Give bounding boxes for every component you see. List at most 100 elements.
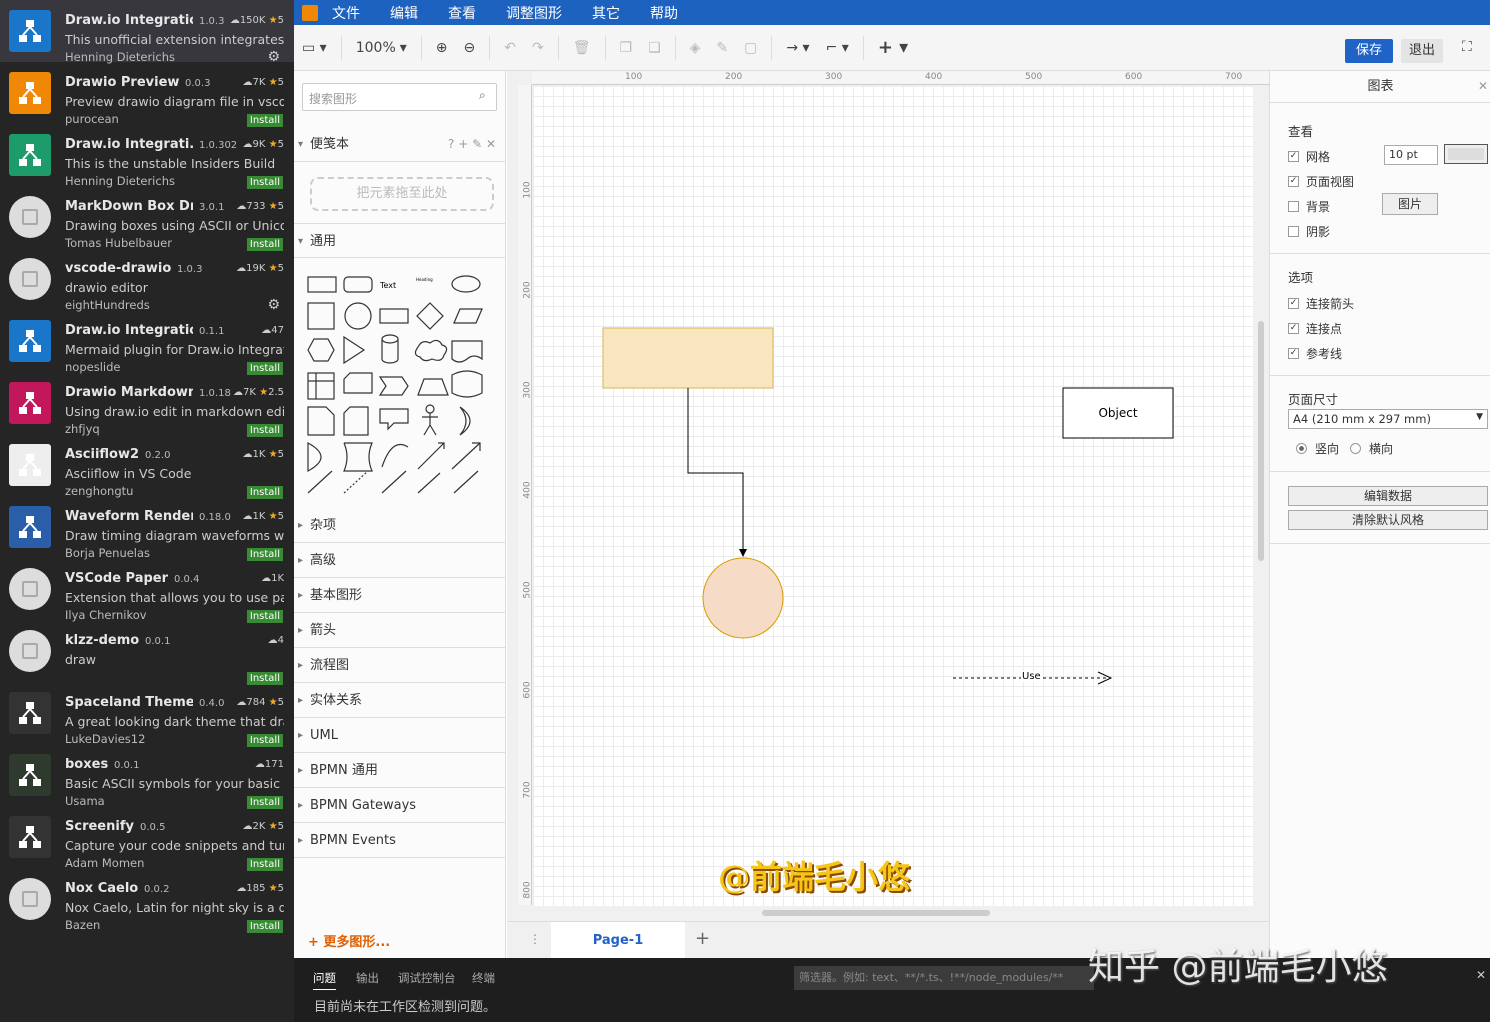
- shape-section[interactable]: 实体关系: [294, 683, 506, 718]
- insert-icon[interactable]: + ▾: [870, 37, 916, 58]
- grid-color-swatch[interactable]: [1444, 144, 1488, 164]
- menu-file[interactable]: 文件: [332, 3, 360, 23]
- page-view-checkbox[interactable]: ✓ 页面视图: [1288, 173, 1354, 190]
- extension-item[interactable]: Draw.io Integration: M... 0.1.1 ☁47 Mermaid…: [0, 310, 294, 375]
- more-shapes-button[interactable]: + 更多图形...: [308, 931, 390, 950]
- general-section[interactable]: 通用: [294, 223, 506, 259]
- menu-view[interactable]: 查看: [448, 3, 476, 23]
- quit-button[interactable]: 退出: [1401, 39, 1443, 63]
- extension-item[interactable]: klzz-demo 0.0.1 ☁4 draw Install: [0, 620, 294, 685]
- extension-item[interactable]: Waveform Render 0.18.0 ☁1K ★5 Draw timing d…: [0, 496, 294, 561]
- shape-section[interactable]: 箭头: [294, 613, 506, 648]
- tab-problems[interactable]: 问题: [313, 970, 336, 990]
- extension-item[interactable]: VSCode Paper 0.0.4 ☁1K Extension that allow…: [0, 558, 294, 623]
- tab-debug-console[interactable]: 调试控制台: [398, 970, 456, 986]
- menu-edit[interactable]: 编辑: [390, 3, 418, 23]
- fill-color-icon[interactable]: ◈: [682, 40, 709, 56]
- zoom-in-icon[interactable]: ⊕: [428, 40, 456, 56]
- line-color-icon[interactable]: ✎: [708, 40, 736, 56]
- tab-output[interactable]: 输出: [356, 970, 379, 986]
- search-input[interactable]: 搜索图形: [302, 83, 497, 111]
- diagram-page[interactable]: Object Use: [533, 86, 1253, 906]
- shape-section[interactable]: BPMN 通用: [294, 753, 506, 788]
- image-button[interactable]: 图片: [1382, 193, 1438, 215]
- star-icon: ★: [265, 201, 278, 212]
- rating-value: 2.5: [268, 387, 284, 398]
- extension-item[interactable]: Draw.io Integration 1.0.3 ☁150K ★5 This uno…: [0, 0, 294, 65]
- orange-circle[interactable]: [702, 557, 784, 639]
- connect-points-checkbox[interactable]: ✓ 连接点: [1288, 320, 1342, 337]
- extension-item[interactable]: Spaceland Theme 0.4.0 ☁784 ★5 A great looki…: [0, 682, 294, 747]
- shape-section[interactable]: BPMN Events: [294, 823, 506, 858]
- extension-item[interactable]: vscode-drawio 1.0.3 ☁19K ★5 drawio editor ei…: [0, 248, 294, 313]
- close-panel-icon[interactable]: ✕: [1476, 968, 1486, 982]
- shape-section[interactable]: BPMN Gateways: [294, 788, 506, 823]
- menu-arrange[interactable]: 调整图形: [506, 3, 562, 23]
- extension-item[interactable]: Drawio Markdown 1.0.18 ☁7K ★2.5 Using draw.…: [0, 372, 294, 437]
- extension-stats: ☁784 ★5: [236, 697, 284, 708]
- extension-version: 1.0.18: [199, 388, 231, 399]
- extension-stats: ☁171: [255, 759, 284, 770]
- grid-size-input[interactable]: 10 pt: [1384, 145, 1438, 165]
- extension-item[interactable]: Drawio Preview 0.0.3 ☁7K ★5 Preview drawio …: [0, 62, 294, 127]
- save-button[interactable]: 保存: [1345, 39, 1393, 63]
- canvas-area[interactable]: 100 200 300 400 500 600 700 100 200 300 400 500 600…: [507, 71, 1269, 959]
- shape-section[interactable]: UML: [294, 718, 506, 753]
- yellow-rectangle[interactable]: [602, 327, 774, 389]
- close-icon[interactable]: ✕: [1478, 79, 1488, 93]
- extension-item[interactable]: MarkDown Box Dr... 3.0.1 ☁733 ★5 Drawing bo…: [0, 186, 294, 251]
- connection-icon[interactable]: → ▾: [778, 40, 817, 56]
- shape-section[interactable]: 高级: [294, 543, 506, 578]
- grid-checkbox[interactable]: ✓ 网格: [1288, 148, 1330, 165]
- shadow-checkbox[interactable]: 阴影: [1288, 223, 1330, 240]
- portrait-radio[interactable]: 竖向: [1296, 440, 1339, 457]
- connector-edge[interactable]: [687, 388, 744, 551]
- paper-size-select[interactable]: A4 (210 mm x 297 mm) ▼: [1288, 409, 1488, 429]
- horizontal-scrollbar[interactable]: [762, 910, 990, 916]
- edit-data-button[interactable]: 编辑数据: [1288, 486, 1488, 506]
- extension-stats: ☁2K ★5: [243, 821, 284, 832]
- object-label: Object: [1098, 406, 1138, 420]
- to-back-icon[interactable]: ❏: [640, 40, 669, 56]
- undo-icon[interactable]: ↶: [496, 40, 524, 56]
- drop-zone[interactable]: 把元素拖至此处: [310, 177, 494, 211]
- zoom-out-icon[interactable]: ⊖: [456, 40, 484, 56]
- install-button[interactable]: Install: [246, 920, 283, 933]
- extension-item[interactable]: boxes 0.0.1 ☁171 Basic ASCII symbols for yo…: [0, 744, 294, 809]
- guides-checkbox[interactable]: ✓ 参考线: [1288, 345, 1342, 362]
- to-front-icon[interactable]: ❐: [612, 40, 641, 56]
- shape-section[interactable]: 基本图形: [294, 578, 506, 613]
- extension-item[interactable]: Asciiflow2 0.2.0 ☁1K ★5 Asciiflow in VS Cod…: [0, 434, 294, 499]
- redo-icon[interactable]: ↷: [524, 40, 552, 56]
- menu-help[interactable]: 帮助: [650, 3, 678, 23]
- tab-terminal[interactable]: 终端: [472, 970, 495, 986]
- general-shapes-grid[interactable]: Text Heading: [302, 267, 498, 503]
- extension-item[interactable]: Nox Caelo 0.0.2 ☁185 ★5 Nox Caelo, Latin fo…: [0, 868, 294, 933]
- shape-section[interactable]: 杂项: [294, 508, 506, 543]
- delete-icon[interactable]: 🗑: [565, 40, 599, 56]
- scratchpad-tools[interactable]: ? + ✎ ✕: [448, 127, 496, 162]
- vertical-scrollbar[interactable]: [1258, 321, 1264, 561]
- shadow-icon[interactable]: ▢: [736, 40, 765, 56]
- extension-item[interactable]: Draw.io Integrati... 1.0.302 ☁9K ★5 This is…: [0, 124, 294, 189]
- background-checkbox[interactable]: 背景: [1288, 198, 1330, 215]
- shape-section[interactable]: 流程图: [294, 648, 506, 683]
- chevron-down-icon[interactable]: ▾: [392, 40, 415, 56]
- diagram-tab[interactable]: 图表: [1270, 71, 1490, 103]
- fullscreen-icon[interactable]: ⛶: [1454, 39, 1480, 55]
- landscape-radio[interactable]: 横向: [1350, 440, 1393, 457]
- diagram-svg[interactable]: [533, 86, 1253, 906]
- clear-style-button[interactable]: 清除默认风格: [1288, 510, 1488, 530]
- filter-input[interactable]: 筛选器。例如: text、**/*.ts、!**/node_modules/**: [794, 966, 1094, 990]
- waypoints-icon[interactable]: ⌐ ▾: [818, 40, 857, 56]
- connect-arrows-checkbox[interactable]: ✓ 连接箭头: [1288, 295, 1354, 312]
- scratchpad-section[interactable]: 便笺本 ? + ✎ ✕: [294, 127, 506, 162]
- page-menu-icon[interactable]: ⋮: [529, 932, 541, 946]
- tab-page-1[interactable]: Page-1: [551, 922, 685, 959]
- extension-description: Extension that allows you to use pa...: [65, 590, 284, 605]
- panel-toggle-icon[interactable]: ▭ ▾: [294, 40, 335, 56]
- rating-value: 5: [277, 201, 284, 212]
- add-page-icon[interactable]: +: [695, 928, 710, 949]
- extension-item[interactable]: Screenify 0.0.5 ☁2K ★5 Capture your code sn…: [0, 806, 294, 871]
- menu-extras[interactable]: 其它: [592, 3, 620, 23]
